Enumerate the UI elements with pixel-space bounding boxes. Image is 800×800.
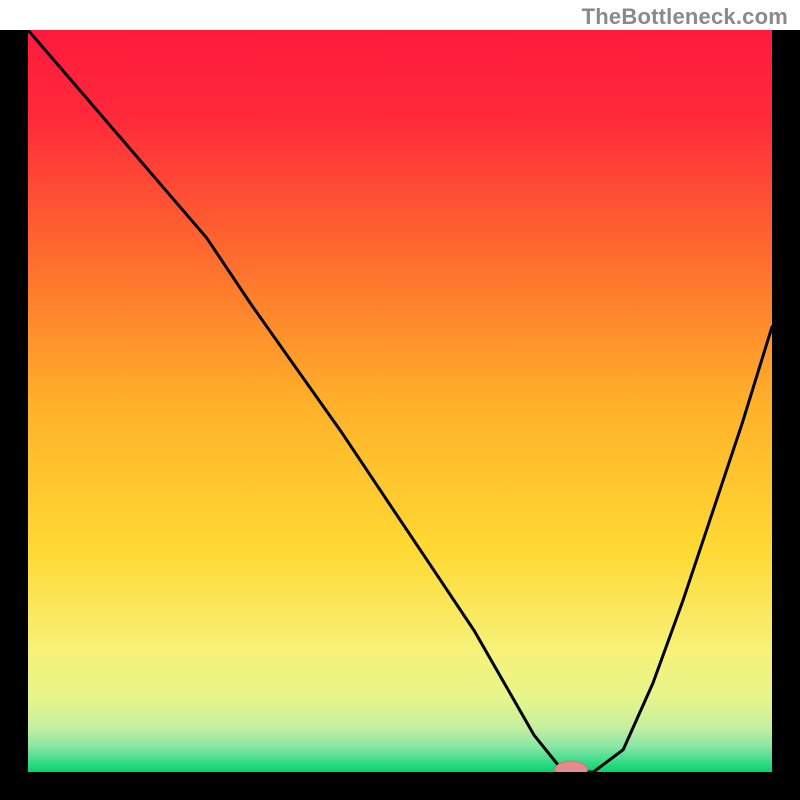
frame-bottom <box>0 772 800 800</box>
bottleneck-chart <box>0 30 800 800</box>
frame-left <box>0 30 28 800</box>
attribution-label: TheBottleneck.com <box>582 4 788 30</box>
frame-right <box>772 30 800 800</box>
